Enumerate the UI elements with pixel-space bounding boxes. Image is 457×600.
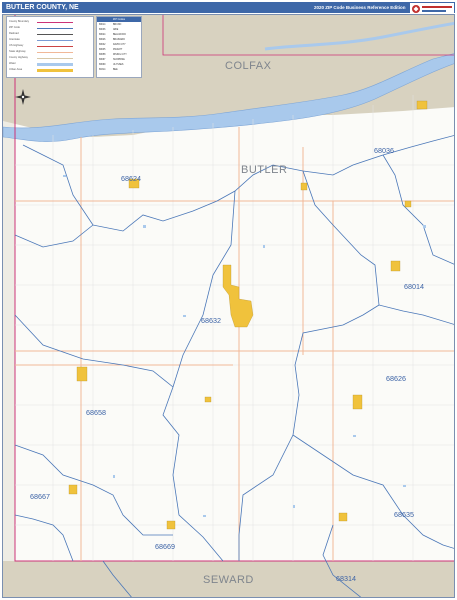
legend-swatch (37, 46, 73, 47)
legend-item: US Highway (9, 44, 24, 47)
zip-table-row: 68635 DWIGHT (99, 49, 123, 51)
legend-item: County Highway (9, 56, 28, 59)
legend-item: Urban Area (9, 68, 23, 71)
zip-table-header: ZIP Codes (97, 17, 141, 22)
zip-label-68667: 68667 (30, 492, 50, 501)
legend-swatch (37, 40, 73, 41)
map-canvas[interactable]: COLFAX BUTLER SEWARD 68036 68624 68014 6… (3, 15, 455, 598)
legend-swatch (37, 28, 73, 29)
zip-label-68669: 68669 (155, 542, 175, 551)
legend-item: County Boundary (9, 20, 30, 23)
zip-label-68658: 68658 (86, 408, 106, 417)
legend-swatch (37, 34, 73, 35)
ulysses-urban (166, 520, 176, 530)
map-legend: County Boundary ZIP Code Railroad Inters… (6, 16, 94, 78)
zip-label-68624: 68624 (121, 174, 141, 183)
bruno-urban (390, 260, 401, 272)
map-subtitle: 2020 ZIP Code Business Reference Edition (314, 5, 406, 10)
zip-table-row: 68624 BELLWOOD (99, 34, 126, 36)
zip-label-68632: 68632 (201, 316, 221, 325)
zip-table-row: 68014 BRUNO (99, 24, 122, 26)
west-county-strip (3, 15, 15, 561)
legend-item: Water (9, 62, 16, 65)
zip-table-row: 68036 ABIE (99, 29, 119, 31)
zip-table-row: 68658 RISING CITY (99, 54, 127, 56)
legend-swatch (37, 52, 73, 53)
zip-label-68036: 68036 (374, 146, 394, 155)
surprise-urban (68, 484, 78, 495)
david-city-urban (222, 264, 254, 328)
legend-item: ZIP Code (9, 26, 20, 29)
title-bar: BUTLER COUNTY, NE 2020 ZIP Code Business… (2, 2, 455, 15)
county-label-colfax: COLFAX (225, 60, 272, 72)
zip-table-row: 68632 DAVID CITY (99, 44, 126, 46)
map-poster: BUTLER COUNTY, NE 2020 ZIP Code Business… (0, 0, 457, 600)
garrison-urban (204, 396, 212, 403)
small-town-urban (300, 182, 308, 191)
zip-label-68635: 68635 (394, 510, 414, 519)
brainard-urban (352, 394, 363, 410)
legend-swatch (37, 58, 73, 59)
linwood-urban (416, 100, 428, 110)
zip-code-table: ZIP Codes 68014 BRUNO 68036 ABIE 68624 BELL… (96, 16, 142, 78)
map-title: BUTLER COUNTY, NE (6, 4, 79, 11)
small-lakes (63, 175, 426, 517)
dwight-urban (338, 512, 348, 522)
legend-item: Interstate (9, 38, 20, 41)
zip-label-68314: 68314 (336, 574, 356, 583)
legend-swatch (37, 63, 73, 66)
legend-item: State Highway (9, 50, 26, 53)
legend-item: Railroad (9, 32, 19, 35)
county-label-butler: BUTLER (241, 164, 287, 176)
legend-swatch (37, 22, 73, 23)
zip-table-row: 68667 SURPRISE (99, 59, 125, 61)
abie-urban (404, 200, 412, 208)
county-label-seward: SEWARD (203, 574, 254, 586)
zip-table-row: 68669 ULYSSES (99, 64, 124, 66)
zip-table-row: 68314 BEE (99, 69, 118, 71)
zip-table-row: 68626 BRAINARD (99, 39, 125, 41)
map-area[interactable]: COLFAX BUTLER SEWARD 68036 68624 68014 6… (2, 14, 455, 598)
legend-swatch (37, 69, 73, 72)
rising-city-urban (76, 366, 88, 382)
zip-label-68626: 68626 (386, 374, 406, 383)
zip-label-68014: 68014 (404, 282, 424, 291)
